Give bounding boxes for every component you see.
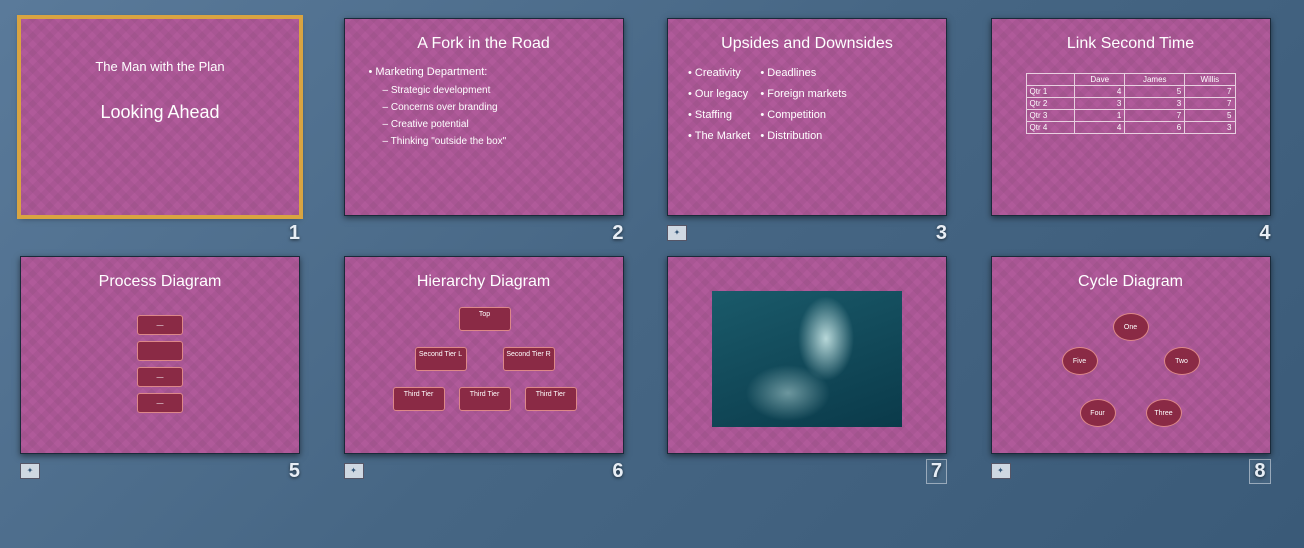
slide-6[interactable]: Hierarchy Diagram Top Second Tier L Seco… — [344, 256, 638, 484]
animation-icon — [344, 463, 364, 479]
hier-node: Third Tier — [525, 387, 577, 411]
bullet: Thinking "outside the box" — [369, 133, 599, 150]
bullet: Our legacy — [688, 84, 750, 105]
cycle-node: Three — [1146, 399, 1182, 427]
slide-thumbnail: Process Diagram — — — — [20, 256, 300, 454]
cycle-node: Four — [1080, 399, 1116, 427]
hier-node: Second Tier R — [503, 347, 555, 371]
slide-3[interactable]: Upsides and Downsides Creativity Our leg… — [667, 18, 961, 246]
slide-thumbnail: Upsides and Downsides Creativity Our leg… — [667, 18, 947, 216]
hier-node: Third Tier — [393, 387, 445, 411]
slide-number: 4 — [1259, 222, 1270, 245]
slide-thumbnail: Hierarchy Diagram Top Second Tier L Seco… — [344, 256, 624, 454]
slide-number: 6 — [612, 460, 623, 483]
bullet: Marketing Department: — [369, 63, 599, 82]
two-column-list: Creativity Our legacy Staffing The Marke… — [668, 63, 946, 147]
slide-heading: Upsides and Downsides — [668, 19, 946, 63]
slide-thumbnail — [667, 256, 947, 454]
bullet: Strategic development — [369, 82, 599, 99]
slide-sorter: The Man with the Plan Looking Ahead 1 A … — [0, 0, 1304, 502]
slide-number: 5 — [289, 460, 300, 483]
slide-heading: Process Diagram — [21, 257, 299, 301]
bullet: Deadlines — [760, 63, 846, 84]
bullet: Creative potential — [369, 116, 599, 133]
slide-4[interactable]: Link Second Time Dave JamesWillis Qtr 14… — [991, 18, 1285, 246]
bullet-list: Marketing Department: Strategic developm… — [345, 63, 623, 150]
slide-heading: A Fork in the Road — [345, 19, 623, 63]
cycle-diagram: One Two Three Four Five — [1056, 313, 1206, 433]
bullet: Foreign markets — [760, 84, 846, 105]
slide-number: 1 — [289, 222, 300, 245]
bullet: Creativity — [688, 63, 750, 84]
bullet: Staffing — [688, 105, 750, 126]
slide-2[interactable]: A Fork in the Road Marketing Department:… — [344, 18, 638, 246]
slide-8[interactable]: Cycle Diagram One Two Three Four Five 8 — [991, 256, 1285, 484]
slide-number: 3 — [936, 222, 947, 245]
slide-thumbnail: A Fork in the Road Marketing Department:… — [344, 18, 624, 216]
slide-title: The Man with the Plan — [21, 59, 299, 74]
hier-node: Second Tier L — [415, 347, 467, 371]
process-step: — — [137, 315, 183, 335]
process-step: — — [137, 393, 183, 413]
bullet: The Market — [688, 126, 750, 147]
bullet: Distribution — [760, 126, 846, 147]
hierarchy-diagram: Top Second Tier L Second Tier R Third Ti… — [345, 307, 623, 437]
hier-node: Third Tier — [459, 387, 511, 411]
animation-icon — [667, 225, 687, 241]
animation-icon — [991, 463, 1011, 479]
slide-number: 8 — [1249, 459, 1270, 484]
cycle-node: One — [1113, 313, 1149, 341]
slide-heading: Link Second Time — [992, 19, 1270, 63]
process-step: — — [137, 367, 183, 387]
bullet: Concerns over branding — [369, 99, 599, 116]
hier-node: Top — [459, 307, 511, 331]
animation-icon — [20, 463, 40, 479]
slide-number: 2 — [612, 222, 623, 245]
slide-heading: Hierarchy Diagram — [345, 257, 623, 301]
slide-subtitle: Looking Ahead — [21, 102, 299, 123]
bullet: Competition — [760, 105, 846, 126]
process-step — [137, 341, 183, 361]
process-diagram: — — — — [21, 315, 299, 413]
slide-thumbnail: Cycle Diagram One Two Three Four Five — [991, 256, 1271, 454]
slide-1[interactable]: The Man with the Plan Looking Ahead 1 — [20, 18, 314, 246]
slide-5[interactable]: Process Diagram — — — 5 — [20, 256, 314, 484]
slide-heading: Cycle Diagram — [992, 257, 1270, 301]
slide-number: 7 — [926, 459, 947, 484]
slide-7[interactable]: 7 — [667, 256, 961, 484]
cycle-node: Five — [1062, 347, 1098, 375]
data-table: Dave JamesWillis Qtr 1457 Qtr 2337 Qtr 3… — [1026, 73, 1236, 134]
slide-thumbnail: The Man with the Plan Looking Ahead — [20, 18, 300, 216]
slide-thumbnail: Link Second Time Dave JamesWillis Qtr 14… — [991, 18, 1271, 216]
cycle-node: Two — [1164, 347, 1200, 375]
image-placeholder — [712, 291, 902, 427]
